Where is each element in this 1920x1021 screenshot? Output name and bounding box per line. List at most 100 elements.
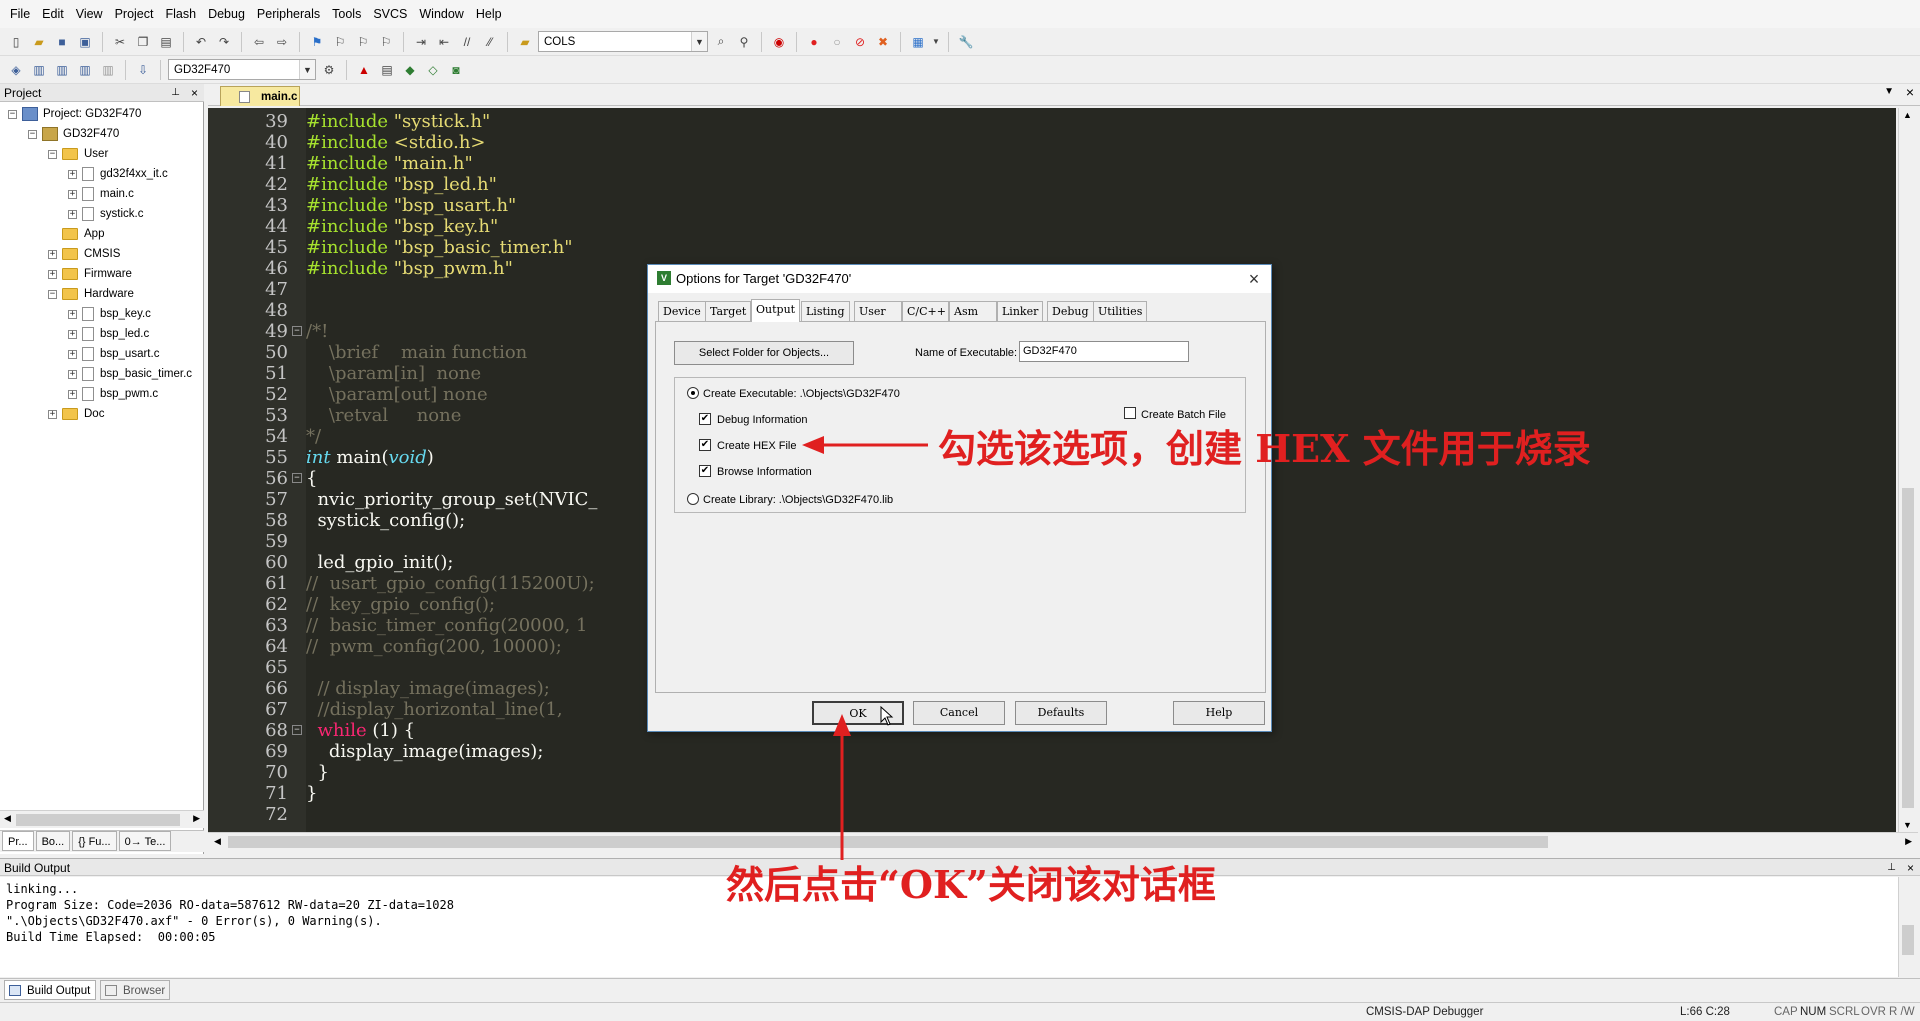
expand-icon[interactable]: + <box>68 169 77 179</box>
cut-icon[interactable]: ✂ <box>110 32 130 52</box>
menu-debug[interactable]: Debug <box>202 0 251 28</box>
code-line[interactable]: { <box>306 468 317 489</box>
browse-info-checkbox[interactable]: ✔ <box>699 465 711 477</box>
bookmark-next-icon[interactable]: ⚐ <box>353 32 373 52</box>
find-icon[interactable]: ⌕ <box>711 32 731 52</box>
manage-project-icon[interactable]: ▲ <box>354 60 374 80</box>
scroll-right-icon[interactable]: ▶ <box>193 813 200 824</box>
save-all-icon[interactable]: ▣ <box>75 32 95 52</box>
code-line[interactable]: #include "bsp_usart.h" <box>306 195 516 216</box>
tab-listing[interactable]: Listing <box>801 301 850 321</box>
code-line[interactable]: \brief main function <box>306 342 527 363</box>
batch-build-icon[interactable]: ▥ <box>75 60 95 80</box>
code-line[interactable]: nvic_priority_group_set(NVIC_ <box>306 489 597 510</box>
create-exec-radio[interactable] <box>687 387 699 399</box>
name-exec-input[interactable]: GD32F470 <box>1019 341 1189 362</box>
target-combo[interactable]: GD32F470 ▼ <box>168 59 316 80</box>
menu-edit[interactable]: Edit <box>36 0 70 28</box>
breakpoint-icon[interactable]: ● <box>804 32 824 52</box>
tab-list-icon[interactable]: ▼ <box>1884 86 1894 97</box>
tree-file[interactable]: + bsp_usart.c <box>68 344 159 364</box>
defaults-button[interactable]: Defaults <box>1015 701 1107 725</box>
code-line[interactable]: // usart_gpio_config(115200U); <box>306 573 595 594</box>
debug-info-checkbox[interactable]: ✔ <box>699 413 711 425</box>
code-line[interactable]: // display_image(images); <box>306 678 549 699</box>
tab-user[interactable]: User <box>854 301 902 321</box>
cancel-button[interactable]: Cancel <box>913 701 1005 725</box>
scroll-left-icon[interactable]: ◀ <box>214 836 221 847</box>
tab-utilities[interactable]: Utilities <box>1093 301 1148 321</box>
fold-toggle-icon[interactable]: − <box>292 473 302 483</box>
tree-group-cmsis[interactable]: + CMSIS <box>48 244 120 264</box>
tab-linker[interactable]: Linker <box>997 301 1044 321</box>
fold-toggle-icon[interactable]: − <box>292 326 302 336</box>
build-vscroll[interactable] <box>1898 877 1916 977</box>
tab-debug[interactable]: Debug <box>1047 301 1094 321</box>
incremental-find-icon[interactable]: ⚲ <box>734 32 754 52</box>
editor-vscroll[interactable]: ▲ ▼ <box>1898 108 1916 832</box>
scroll-right-icon[interactable]: ▶ <box>1905 836 1912 847</box>
indent-icon[interactable]: ⇥ <box>411 32 431 52</box>
collapse-icon[interactable]: − <box>28 129 37 139</box>
tab-templates[interactable]: 0→ Te... <box>118 831 172 851</box>
expand-icon[interactable]: + <box>68 349 77 359</box>
code-line[interactable]: #include "main.h" <box>306 153 473 174</box>
scroll-down-icon[interactable]: ▼ <box>1903 820 1912 830</box>
tab-output[interactable]: Output <box>751 299 801 322</box>
code-line[interactable]: // pwm_config(200, 10000); <box>306 636 562 657</box>
tree-file[interactable]: + main.c <box>68 184 134 204</box>
nav-forward-icon[interactable]: ⇨ <box>272 32 292 52</box>
undo-icon[interactable]: ↶ <box>191 32 211 52</box>
menu-svcs[interactable]: SVCS <box>367 0 413 28</box>
code-line[interactable]: int main(void) <box>306 447 434 468</box>
tab-cpp[interactable]: C/C++ <box>902 301 949 321</box>
close-icon[interactable]: × <box>1907 859 1914 877</box>
pin-icon[interactable]: ⊥ <box>171 84 180 102</box>
scroll-thumb[interactable] <box>16 814 180 826</box>
menu-tools[interactable]: Tools <box>326 0 367 28</box>
code-line[interactable]: display_image(images); <box>306 741 544 762</box>
manage-components-icon[interactable]: ▤ <box>377 60 397 80</box>
run-time-env-icon[interactable]: ◇ <box>423 60 443 80</box>
chevron-down-icon[interactable]: ▼ <box>931 32 941 52</box>
code-line[interactable]: #include "bsp_key.h" <box>306 216 498 237</box>
debug-session-icon[interactable]: ◉ <box>769 32 789 52</box>
download-icon[interactable]: ⇩ <box>133 60 153 80</box>
close-icon[interactable]: × <box>191 84 198 102</box>
scroll-thumb[interactable] <box>1902 488 1914 808</box>
menu-window[interactable]: Window <box>413 0 469 28</box>
scroll-thumb[interactable] <box>228 836 1548 848</box>
expand-icon[interactable]: + <box>68 209 77 219</box>
menu-view[interactable]: View <box>70 0 109 28</box>
scroll-left-icon[interactable]: ◀ <box>4 813 11 824</box>
tree-file[interactable]: + bsp_led.c <box>68 324 149 344</box>
options-for-target-icon[interactable]: ⚙ <box>319 60 339 80</box>
collapse-icon[interactable]: − <box>48 149 57 159</box>
tab-books[interactable]: Bo... <box>35 831 71 851</box>
chevron-down-icon[interactable]: ▼ <box>299 60 315 79</box>
create-lib-radio[interactable] <box>687 493 699 505</box>
editor-tab-main-c[interactable]: main.c <box>220 86 300 106</box>
code-line[interactable]: } <box>306 762 328 783</box>
collapse-icon[interactable]: − <box>48 289 57 299</box>
breakpoint-kill-all-icon[interactable]: ✖ <box>873 32 893 52</box>
code-line[interactable]: #include "bsp_basic_timer.h" <box>306 237 573 258</box>
expand-icon[interactable]: + <box>68 389 77 399</box>
stop-build-icon[interactable]: ▥ <box>98 60 118 80</box>
tree-group-firmware[interactable]: + Firmware <box>48 264 132 284</box>
close-icon[interactable]: × <box>1906 84 1914 100</box>
expand-icon[interactable]: + <box>68 329 77 339</box>
breakpoint-disable-icon[interactable]: ○ <box>827 32 847 52</box>
tree-root[interactable]: − Project: GD32F470 <box>8 104 141 124</box>
code-line[interactable]: #include "bsp_pwm.h" <box>306 258 513 279</box>
expand-icon[interactable]: + <box>68 189 77 199</box>
expand-icon[interactable]: + <box>68 369 77 379</box>
tree-file[interactable]: + bsp_basic_timer.c <box>68 364 192 384</box>
menu-peripherals[interactable]: Peripherals <box>251 0 326 28</box>
code-line[interactable]: */ <box>306 426 321 447</box>
configure-icon[interactable]: 🔧 <box>956 32 976 52</box>
tab-build-output[interactable]: Build Output <box>4 980 96 1000</box>
nav-back-icon[interactable]: ⇦ <box>249 32 269 52</box>
tree-target[interactable]: − GD32F470 <box>28 124 119 144</box>
tree-file[interactable]: + bsp_pwm.c <box>68 384 158 404</box>
